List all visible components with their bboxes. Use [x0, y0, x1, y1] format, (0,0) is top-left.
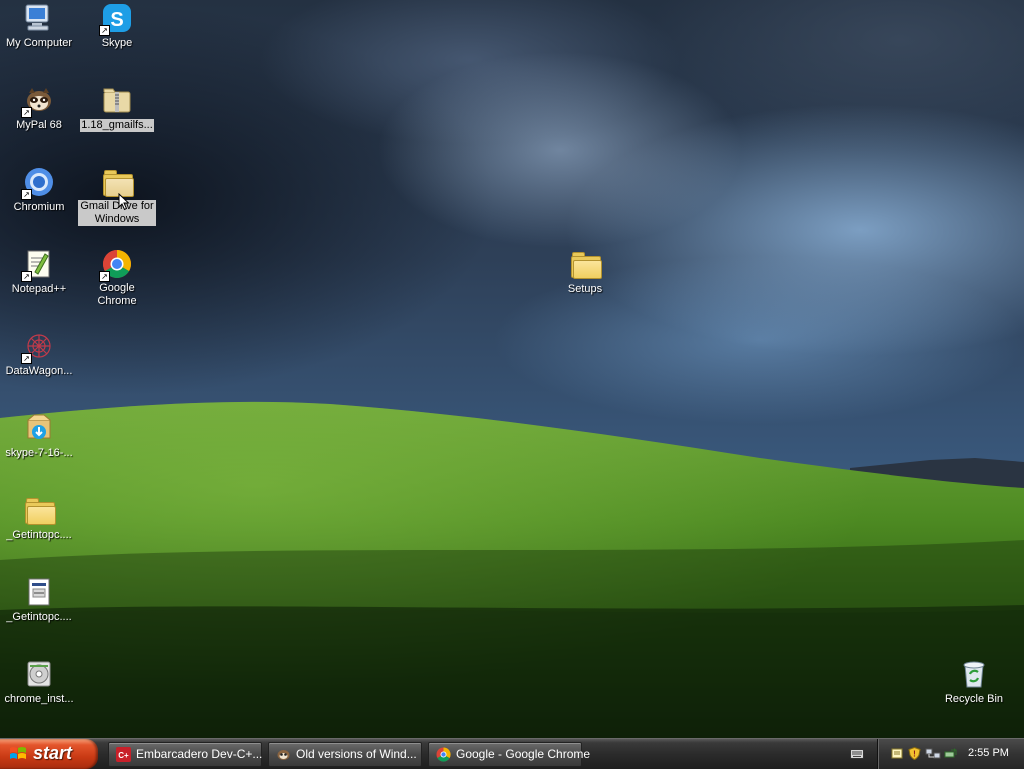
devcpp-icon: C+: [116, 747, 131, 762]
computer-icon: [25, 4, 49, 31]
security-shield-icon[interactable]: !: [908, 747, 921, 760]
mypal-label: MyPal 68: [16, 119, 62, 131]
recycle-bin-label: Recycle Bin: [944, 693, 1004, 705]
app-icon: [277, 750, 290, 760]
chrome-installer-label: chrome_inst...: [4, 693, 74, 705]
notepadpp-icon[interactable]: ↗ Notepad++: [0, 248, 78, 296]
skype-label: Skype: [101, 37, 133, 49]
my-computer-label: My Computer: [5, 37, 73, 49]
start-button[interactable]: start: [0, 739, 98, 769]
folder-icon: [569, 248, 602, 280]
datawagon-label: DataWagon...: [5, 365, 73, 377]
task-old-versions[interactable]: Old versions of Wind...: [268, 742, 422, 767]
start-label: start: [33, 743, 73, 763]
skype-installer-label: skype-7-16-...: [5, 447, 73, 459]
task-devcpp-label: Embarcadero Dev-C+...: [136, 747, 263, 761]
system-tray: ! 2:55 PM: [877, 739, 1024, 769]
getintopc-file-label: _Getintopc....: [6, 611, 72, 623]
safely-remove-hardware-icon[interactable]: [944, 747, 957, 760]
datawagon-icon[interactable]: ↗ DataWagon...: [0, 330, 78, 378]
notes-icon[interactable]: [891, 747, 904, 760]
recycle-bin-glyph-icon: [963, 661, 985, 688]
shortcut-arrow-icon: ↗: [21, 353, 32, 364]
zip-folder-icon: [103, 88, 131, 113]
clock[interactable]: 2:55 PM: [968, 747, 1009, 759]
google-chrome-label: Google Chrome: [97, 282, 137, 307]
shortcut-arrow-icon: ↗: [99, 271, 110, 282]
my-computer-icon[interactable]: My Computer: [0, 2, 78, 50]
notepadpp-label: Notepad++: [11, 283, 67, 295]
chromium-logo-icon: ↗: [21, 166, 55, 200]
chrome-installer-icon[interactable]: chrome_inst...: [0, 658, 78, 706]
shortcut-arrow-icon: ↗: [21, 271, 32, 282]
mypal-icon[interactable]: ↗ MyPal 68: [0, 84, 78, 132]
skype-logo-icon: S ↗: [99, 2, 133, 36]
desktop: My Computer ↗ MyPal 68 ↗ Chromium ↗ Note…: [0, 0, 1024, 738]
taskbar: start C+ Embarcadero Dev-C+... Old versi…: [0, 738, 1024, 769]
getintopc-folder-icon[interactable]: _Getintopc....: [0, 494, 78, 542]
shortcut-arrow-icon: ↗: [21, 107, 32, 118]
notepad-icon: ↗: [21, 248, 55, 282]
setups-label: Setups: [567, 283, 603, 295]
chromium-label: Chromium: [13, 201, 65, 213]
skype-installer-icon[interactable]: skype-7-16-...: [0, 412, 78, 460]
google-chrome-icon[interactable]: ↗ Google Chrome: [78, 248, 156, 308]
installer-disc-icon: [27, 661, 51, 687]
network-icon[interactable]: [925, 747, 941, 760]
folder-icon: [23, 494, 56, 526]
gmailfs-zip-icon[interactable]: 1.18_gmailfs...: [78, 84, 156, 132]
raccoon-icon: ↗: [21, 84, 55, 118]
getintopc-file-icon[interactable]: _Getintopc....: [0, 576, 78, 624]
gmailfs-label: 1.18_gmailfs...: [80, 119, 154, 132]
mouse-cursor-icon: [118, 193, 130, 211]
getintopc-folder-label: _Getintopc....: [6, 529, 72, 541]
setups-folder-icon[interactable]: Setups: [546, 248, 624, 296]
task-old-versions-label: Old versions of Wind...: [296, 747, 417, 761]
task-google-chrome[interactable]: Google - Google Chrome: [428, 742, 590, 767]
skype-desktop-icon[interactable]: S ↗ Skype: [78, 2, 156, 50]
svg-text:C+: C+: [118, 751, 129, 760]
gmail-drive-label: Gmail Drive for Windows: [78, 200, 156, 226]
chrome-logo-icon: ↗: [99, 248, 133, 282]
windows-logo-icon: [10, 747, 26, 759]
shortcut-arrow-icon: ↗: [99, 25, 110, 36]
chrome-icon: [436, 747, 451, 762]
gmail-drive-folder-icon[interactable]: Gmail Drive for Windows: [78, 166, 156, 226]
recycle-bin-icon[interactable]: Recycle Bin: [935, 658, 1013, 706]
svg-text:!: !: [913, 750, 916, 759]
chromium-icon[interactable]: ↗ Chromium: [0, 166, 78, 214]
task-google-chrome-label: Google - Google Chrome: [456, 747, 591, 761]
datawagon-logo-icon: ↗: [21, 330, 55, 364]
task-devcpp[interactable]: C+ Embarcadero Dev-C+...: [108, 742, 262, 767]
keyboard-icon[interactable]: [850, 748, 864, 760]
svg-text:S: S: [110, 9, 123, 31]
installer-icon: [27, 414, 51, 439]
document-icon: [28, 578, 50, 606]
shortcut-arrow-icon: ↗: [21, 189, 32, 200]
